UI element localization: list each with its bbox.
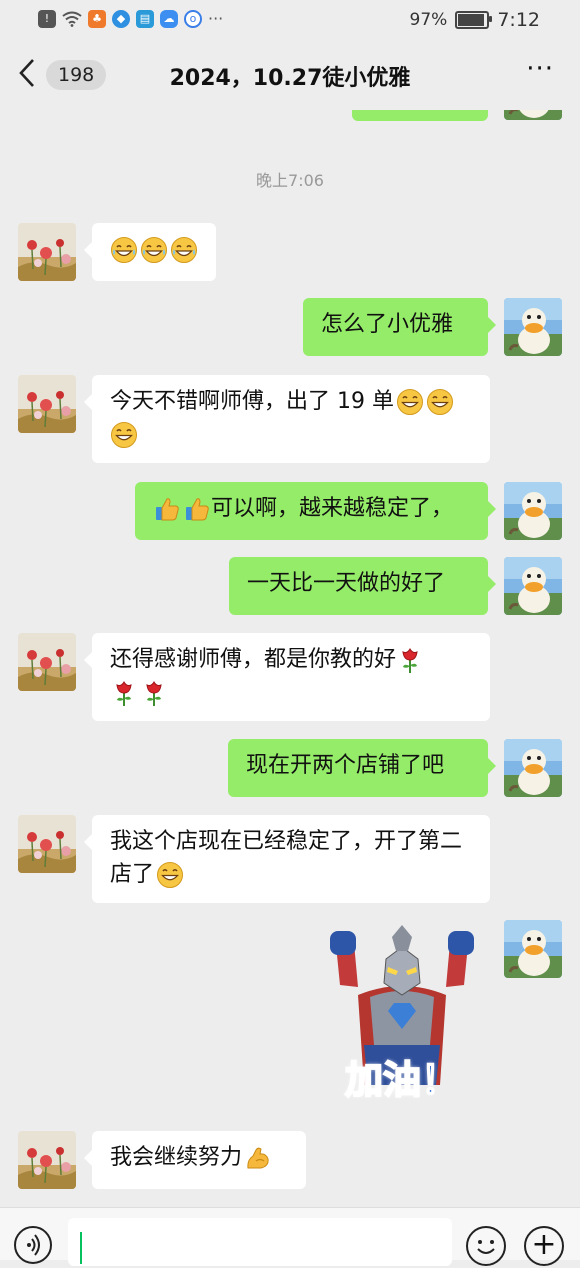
battery-percent: 97% (409, 10, 448, 30)
message-bubble[interactable]: 可以啊，越来越稳定了， (135, 482, 496, 540)
message-bubble[interactable] (84, 223, 216, 281)
message-bubble[interactable]: 还得感谢师傅，都是你教的好 (84, 633, 490, 721)
battery-fill (458, 14, 484, 26)
message-text: 现在开两个店铺了吧 (246, 753, 445, 778)
thumbs-up-emoji-icon (183, 495, 211, 523)
message-bubble[interactable]: 我会继续努力 (84, 1131, 306, 1189)
cloud-notification-icon: ☁ (160, 9, 178, 28)
voice-icon[interactable] (14, 1226, 52, 1264)
message-bubble[interactable]: 今天不错啊师傅，出了 19 单 (84, 375, 490, 463)
grin-sweat-emoji-icon (170, 236, 198, 264)
grin-sweat-emoji-icon (110, 236, 138, 264)
grin-emoji-icon (426, 388, 454, 416)
avatar-self[interactable] (504, 298, 562, 356)
grin-emoji-icon (156, 861, 184, 889)
message-text: 还得感谢师傅，都是你教的好 (110, 647, 397, 672)
status-bar: ! ♣ ◆ ▤ ☁ o ··· 97% 7:12 (0, 0, 580, 40)
page-title: 2024，10.27徒小优雅 (169, 66, 411, 91)
avatar-self[interactable] (504, 739, 562, 797)
text-cursor (80, 1232, 82, 1264)
avatar-self[interactable] (504, 557, 562, 615)
message-bubble-partial[interactable] (352, 110, 488, 121)
grin-sweat-emoji-icon (140, 236, 168, 264)
status-right: 97% 7:12 (410, 9, 540, 31)
flexed-biceps-emoji-icon (244, 1144, 272, 1172)
sticker-caption: 加油！ (344, 1057, 460, 1103)
battery-icon (455, 11, 493, 29)
rose-emoji-icon (140, 679, 168, 707)
message-bubble[interactable]: 我这个店现在已经稳定了，开了第二店了 (84, 815, 490, 903)
message-text: 怎么了小优雅 (321, 312, 454, 337)
chat-header: 198 2024，10.27徒小优雅 ··· (0, 40, 580, 110)
grin-emoji-icon (396, 388, 424, 416)
avatar-self[interactable] (504, 110, 562, 120)
more-notifications-icon: ··· (208, 9, 224, 28)
avatar-self[interactable] (504, 482, 562, 540)
message-text: 一天比一天做的好了 (247, 571, 446, 596)
avatar-contact[interactable] (18, 375, 76, 433)
message-list[interactable]: 晚上7:06 怎么了小优雅 今天不错啊师傅，出了 19 单 可以啊，越来越稳定了… (0, 110, 580, 1207)
time-separator: 晚上7:06 (256, 171, 324, 190)
hero-sticker[interactable]: 加油！ (318, 925, 486, 1111)
avatar-self[interactable] (504, 920, 562, 978)
message-text: 今天不错啊师傅，出了 19 单 (110, 389, 394, 414)
circle-notification-icon: o (184, 9, 202, 28)
alert-sim-icon: ! (38, 9, 56, 28)
message-text: 我会继续努力 (110, 1145, 243, 1170)
clock-time: 7:12 (497, 9, 540, 31)
rose-emoji-icon (110, 679, 138, 707)
input-bar: + (0, 1207, 580, 1266)
rose-emoji-icon (396, 646, 424, 674)
avatar-contact[interactable] (18, 223, 76, 281)
more-options-button[interactable]: ··· (526, 54, 554, 84)
avatar-contact[interactable] (18, 633, 76, 691)
message-bubble[interactable]: 怎么了小优雅 (303, 298, 496, 356)
message-bubble[interactable]: 现在开两个店铺了吧 (228, 739, 496, 797)
reader-notification-icon: ▤ (136, 9, 154, 28)
thumbs-up-emoji-icon (153, 495, 181, 523)
app-notification-icon: ♣ (88, 9, 106, 28)
status-icons: ! ♣ ◆ ▤ ☁ o ··· (38, 9, 223, 28)
plus-icon[interactable]: + (524, 1226, 564, 1266)
avatar-contact[interactable] (18, 815, 76, 873)
avatar-contact[interactable] (18, 1131, 76, 1189)
smiley-icon[interactable] (466, 1226, 506, 1266)
message-text: 可以啊，越来越稳定了， (211, 496, 454, 521)
browser-notification-icon: ◆ (112, 9, 130, 28)
grin-emoji-icon (110, 421, 138, 449)
wifi-icon (62, 11, 82, 27)
message-bubble[interactable]: 一天比一天做的好了 (229, 557, 496, 615)
